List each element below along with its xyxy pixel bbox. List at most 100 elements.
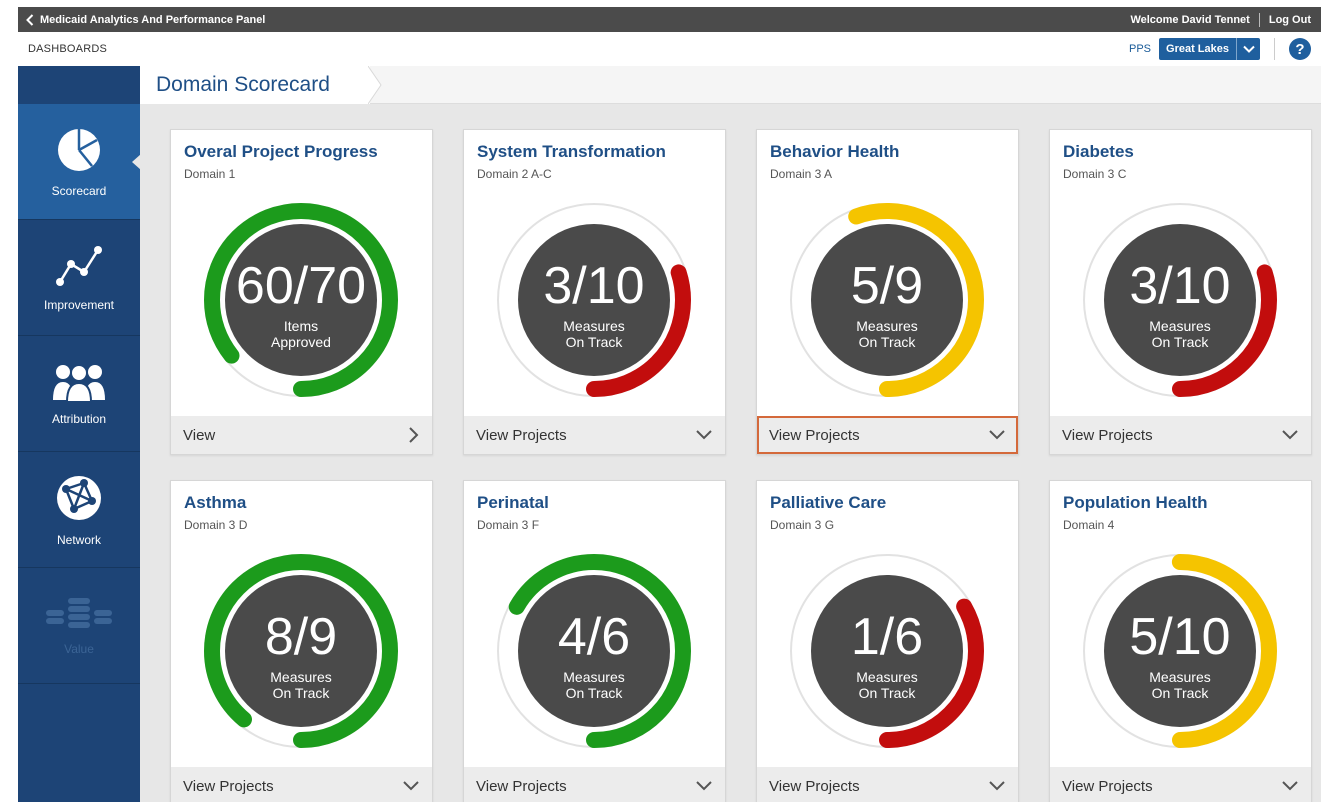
card-behavior-health: Behavior Health Domain 3 A 5/9 Measures … <box>756 129 1019 455</box>
card-value-label: Measures On Track <box>496 669 692 701</box>
card-title: Population Health <box>1063 493 1208 512</box>
pps-label: PPS <box>1129 43 1152 55</box>
card-asthma: Asthma Domain 3 D 8/9 Measures On Track … <box>170 480 433 802</box>
card-value-label: Measures On Track <box>1082 669 1278 701</box>
back-button[interactable]: Medicaid Analytics And Performance Panel <box>18 14 265 26</box>
chevron-down-icon <box>696 781 712 791</box>
card-subtitle: Domain 3 G <box>770 518 835 532</box>
card-value-label: Measures On Track <box>789 669 985 701</box>
chevron-left-icon <box>26 13 34 26</box>
card-value-label-line2: On Track <box>858 685 916 701</box>
card-title: System Transformation <box>477 142 666 161</box>
card-title: Perinatal <box>477 493 549 512</box>
card-value-label-line2: On Track <box>1151 685 1209 701</box>
card-perinatal: Perinatal Domain 3 F 4/6 Measures On Tra… <box>463 480 726 802</box>
pps-select[interactable]: Great Lakes <box>1159 38 1260 60</box>
card-subtitle: Domain 1 <box>184 167 236 181</box>
view-projects-button[interactable]: View Projects <box>757 767 1018 802</box>
line-graph-icon <box>56 245 102 286</box>
view-projects-button[interactable]: View Projects <box>757 416 1018 454</box>
view-projects-button[interactable]: View Projects <box>464 416 725 454</box>
sidebar-item-label: Attribution <box>51 411 107 426</box>
card-value-label-line2: On Track <box>272 685 330 701</box>
top-bar: Medicaid Analytics And Performance Panel… <box>18 7 1321 32</box>
card-value-label-line1: Measures <box>1149 669 1211 685</box>
network-globe-icon <box>57 475 101 520</box>
view-projects-button[interactable]: View Projects <box>1050 767 1311 802</box>
card-subtitle: Domain 3 A <box>770 167 833 181</box>
logout-link[interactable]: Log Out <box>1269 14 1311 26</box>
sidebar-item-label: Value <box>64 641 94 656</box>
card-footer-label: View Projects <box>476 426 567 444</box>
card-subtitle: Domain 4 <box>1063 518 1115 532</box>
sub-header: DASHBOARDS PPS Great Lakes ? <box>18 32 1321 66</box>
people-icon <box>53 363 105 402</box>
card-overal-project-progress: Overal Project Progress Domain 1 60/70 I… <box>170 129 433 455</box>
sidebar-item-value[interactable]: Value <box>18 568 140 684</box>
card-value: 4/6 <box>557 608 631 666</box>
card-value-label: Measures On Track <box>789 318 985 350</box>
view-projects-button[interactable]: View Projects <box>464 767 725 802</box>
card-value: 1/6 <box>850 608 924 666</box>
card-value-label-line2: On Track <box>565 685 623 701</box>
sidebar-item-scorecard[interactable]: Scorecard <box>18 104 141 220</box>
chevron-down-icon <box>403 781 419 791</box>
card-value: 3/10 <box>1129 257 1231 315</box>
card-value-label: Measures On Track <box>203 669 399 701</box>
card-value: 5/10 <box>1129 608 1231 666</box>
chevron-down-icon <box>1282 430 1298 440</box>
chevron-down-icon <box>989 781 1005 791</box>
card-value-label-line1: Items <box>283 318 319 334</box>
card-title: Palliative Care <box>770 493 887 512</box>
card-value: 3/10 <box>543 257 645 315</box>
sidebar-item-label: Scorecard <box>51 183 107 198</box>
sidebar-item-label: Improvement <box>43 297 115 312</box>
sidebar-item-improvement[interactable]: Improvement <box>18 220 140 336</box>
card-value-label-line2: On Track <box>565 334 623 350</box>
pie-chart-icon <box>58 128 100 171</box>
card-subtitle: Domain 3 F <box>477 518 540 532</box>
card-value-label: Measures On Track <box>496 318 692 350</box>
card-value-label-line1: Measures <box>563 669 625 685</box>
card-value-label-line2: On Track <box>858 334 916 350</box>
card-footer-label: View Projects <box>769 426 860 444</box>
card-subtitle: Domain 2 A-C <box>477 167 552 181</box>
breadcrumb-arrow <box>368 66 382 104</box>
card-subtitle: Domain 3 C <box>1063 167 1127 181</box>
sidebar-item-label: Network <box>56 532 101 547</box>
coins-icon <box>46 597 112 628</box>
breadcrumb: Domain Scorecard <box>140 66 382 104</box>
welcome-text: Welcome David Tennet <box>1130 13 1250 26</box>
chevron-down-icon <box>989 430 1005 440</box>
card-footer-label: View <box>183 426 216 444</box>
card-title: Behavior Health <box>770 142 900 161</box>
card-value: 5/9 <box>850 257 924 315</box>
view-projects-button[interactable]: View <box>171 416 432 454</box>
card-title: Diabetes <box>1063 142 1134 161</box>
divider <box>1274 38 1275 60</box>
chevron-down-icon <box>696 430 712 440</box>
card-title: Overal Project Progress <box>184 142 378 161</box>
card-footer-label: View Projects <box>183 777 274 795</box>
card-value-label-line1: Measures <box>563 318 625 334</box>
divider <box>1258 12 1260 27</box>
chevron-down-icon <box>1282 781 1298 791</box>
app-title: Medicaid Analytics And Performance Panel <box>40 13 266 26</box>
sidebar-item-attribution[interactable]: Attribution <box>18 336 140 452</box>
title-bar: Domain Scorecard <box>140 66 1321 104</box>
card-value-label-line2: Approved <box>271 334 331 350</box>
card-value-label-line1: Measures <box>856 669 918 685</box>
help-button[interactable]: ? <box>1289 38 1311 60</box>
page-title: Domain Scorecard <box>156 73 330 96</box>
view-projects-button[interactable]: View Projects <box>171 767 432 802</box>
card-subtitle: Domain 3 D <box>184 518 248 532</box>
card-population-health: Population Health Domain 4 5/10 Measures… <box>1049 480 1312 802</box>
card-palliative-care: Palliative Care Domain 3 G 1/6 Measures … <box>756 480 1019 802</box>
chevron-down-icon <box>1236 38 1260 60</box>
card-footer-label: View Projects <box>769 777 860 795</box>
view-projects-button[interactable]: View Projects <box>1050 416 1311 454</box>
sidebar: Scorecard Improvement Attribution Networ… <box>18 66 141 802</box>
card-value-label-line1: Measures <box>856 318 918 334</box>
sidebar-item-network[interactable]: Network <box>18 452 140 568</box>
card-value-label: Items Approved <box>203 318 399 350</box>
